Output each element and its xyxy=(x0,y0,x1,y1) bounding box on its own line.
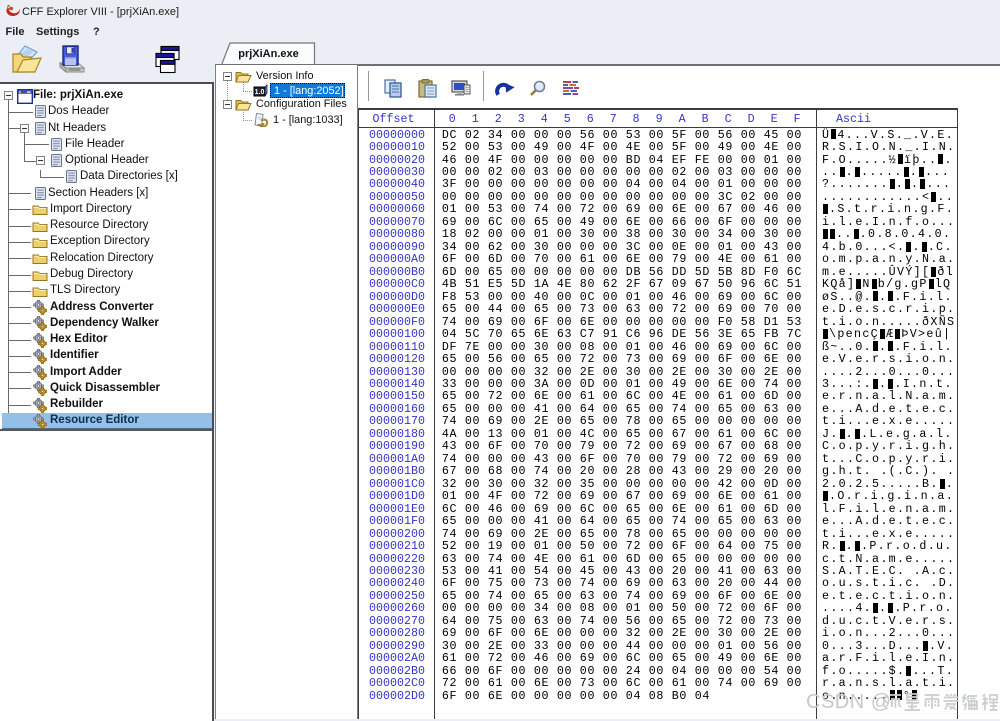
svg-text:1.0: 1.0 xyxy=(255,89,265,96)
